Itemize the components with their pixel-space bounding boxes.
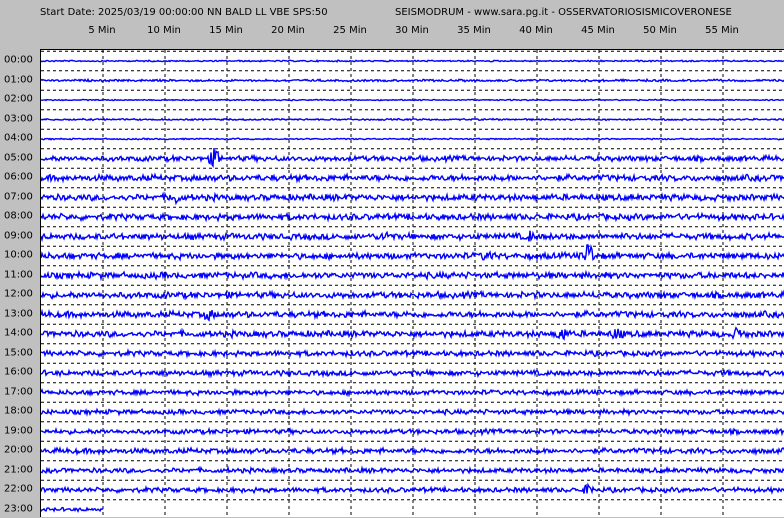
seismic-trace-0300: [41, 117, 784, 122]
hour-label: 02:00: [4, 93, 33, 105]
seismogram-traces: [41, 50, 784, 518]
y-axis-hour-labels: 00:00 01:00 02:00 03:00 04:00 05:00 06:00 07:00…: [0, 0, 40, 518]
hour-label: 05:00: [4, 152, 33, 163]
x-tick-label: 30 Min: [395, 25, 429, 36]
hour-label: 17:00: [4, 386, 33, 397]
hour-label: 16:00: [4, 366, 33, 378]
hour-label: 04:00: [4, 132, 33, 144]
seismic-trace-0600: [41, 172, 784, 184]
x-tick-label: 45 Min: [581, 25, 615, 36]
hour-label: 18:00: [4, 405, 33, 417]
hour-label: 11:00: [4, 269, 33, 280]
hour-label: 09:00: [4, 230, 33, 241]
hour-label: 07:00: [4, 191, 33, 202]
seismic-trace-1600: [41, 367, 784, 379]
seismic-trace-0200: [41, 98, 784, 102]
x-tick-label: 40 Min: [519, 25, 553, 36]
hour-label: 03:00: [4, 113, 33, 124]
seismic-trace-2200: [41, 482, 784, 495]
seismic-trace-0500: [41, 148, 784, 169]
x-tick-label: 15 Min: [209, 25, 243, 36]
start-date-header: Start Date: 2025/03/19 00:00:00 NN BALD …: [40, 7, 328, 18]
hour-label: 22:00: [4, 483, 33, 495]
seismic-trace-2300: [41, 506, 104, 513]
x-tick-label: 55 Min: [705, 25, 739, 36]
seismogram-plot-area: [40, 49, 784, 518]
hour-label: 13:00: [4, 308, 33, 319]
seismic-trace-0400: [41, 137, 784, 141]
hour-label: 01:00: [4, 74, 33, 85]
seismic-trace-1500: [41, 347, 784, 360]
x-axis-ticks: 5 Min 10 Min 15 Min 20 Min 25 Min 30 Min 35 Mi…: [0, 25, 784, 39]
seismic-trace-1300: [41, 308, 784, 322]
hour-label: 06:00: [4, 171, 33, 183]
hour-label: 20:00: [4, 444, 33, 456]
x-tick-label: 10 Min: [147, 25, 181, 36]
x-tick-label: 35 Min: [457, 25, 491, 36]
hour-label: 00:00: [4, 54, 33, 66]
hour-label: 15:00: [4, 347, 33, 358]
hour-label: 14:00: [4, 327, 33, 339]
hour-label: 23:00: [4, 503, 33, 514]
hour-label: 08:00: [4, 210, 33, 222]
hour-label: 19:00: [4, 425, 33, 436]
hour-label: 12:00: [4, 288, 33, 300]
x-tick-label: 5 Min: [88, 25, 116, 36]
seismic-trace-0000: [41, 59, 784, 63]
x-tick-label: 20 Min: [271, 25, 305, 36]
station-header: SEISMODRUM - www.sara.pg.it - OSSERVATOR…: [395, 7, 732, 18]
x-tick-label: 50 Min: [643, 25, 677, 36]
seismic-trace-1000: [41, 244, 784, 262]
helicorder-window: Start Date: 2025/03/19 00:00:00 NN BALD …: [0, 0, 784, 518]
seismic-trace-2000: [41, 445, 784, 457]
hour-label: 21:00: [4, 464, 33, 475]
hour-label: 10:00: [4, 249, 33, 261]
x-tick-label: 25 Min: [333, 25, 367, 36]
